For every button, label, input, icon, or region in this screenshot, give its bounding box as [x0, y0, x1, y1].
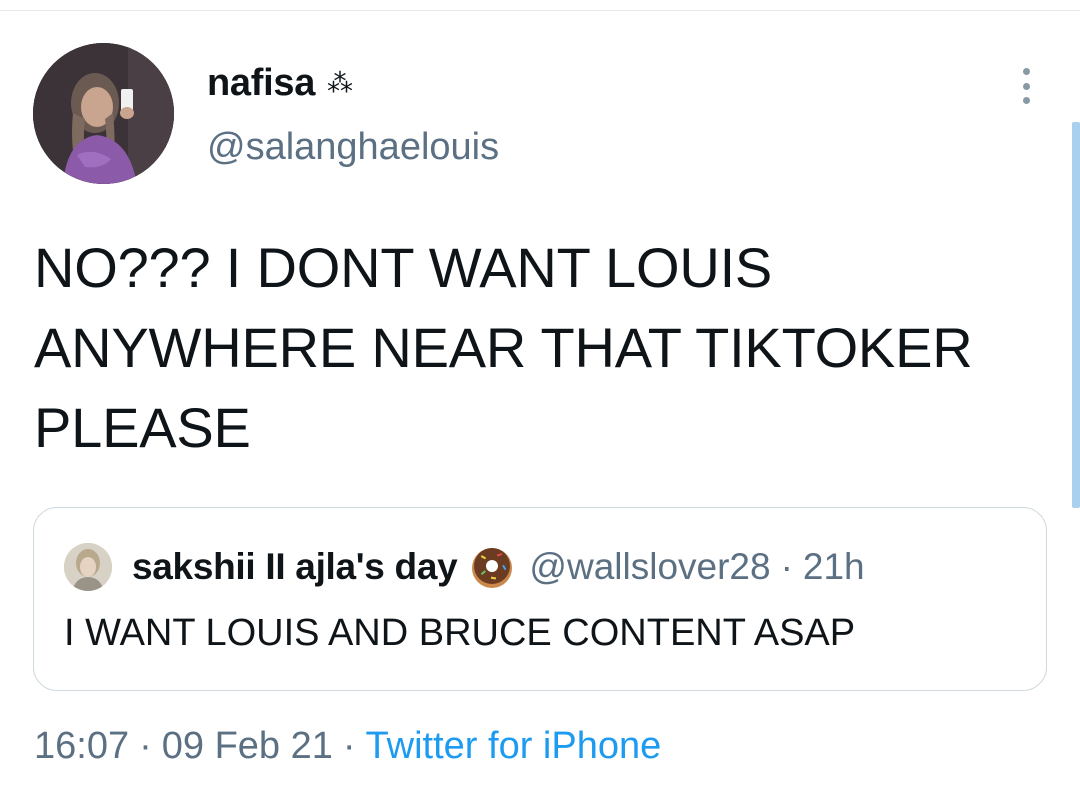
tweet-meta: 16:07 · 09 Feb 21 · Twitter for iPhone: [34, 725, 661, 768]
quoted-timestamp[interactable]: 21h: [803, 546, 865, 588]
author-avatar[interactable]: [33, 43, 174, 184]
name-emoji: ⁂: [327, 68, 354, 98]
donut-icon: [472, 548, 513, 588]
tweet-time[interactable]: 16:07: [34, 725, 129, 768]
tweet-detail-page: nafisa ⁂ @salanghaelouis NO??? I DONT WA…: [0, 0, 1080, 797]
quoted-tweet-card[interactable]: sakshii II ajla's day @wallslover28 · 21…: [33, 507, 1047, 691]
tweet-date[interactable]: 09 Feb 21: [162, 725, 333, 768]
author-name-row[interactable]: nafisa ⁂: [207, 58, 353, 108]
tweet-source-link[interactable]: Twitter for iPhone: [366, 725, 662, 768]
author-avatar-image: [33, 43, 174, 184]
quoted-author-handle[interactable]: @wallslover28: [529, 546, 770, 588]
meta-separator: ·: [139, 725, 152, 767]
quoted-avatar-image: [64, 543, 112, 591]
quoted-tweet-header: sakshii II ajla's day @wallslover28 · 21…: [64, 542, 865, 592]
quoted-separator: ·: [780, 546, 793, 587]
meta-separator: ·: [342, 725, 356, 767]
more-vertical-icon[interactable]: [1012, 66, 1040, 106]
more-dot: [1022, 82, 1030, 90]
quoted-author-avatar[interactable]: [64, 543, 112, 591]
quoted-author-name[interactable]: sakshii II ajla's day: [132, 546, 458, 588]
more-dot: [1022, 68, 1030, 75]
author-display-name[interactable]: nafisa: [207, 62, 315, 105]
scrollbar[interactable]: [1072, 122, 1080, 508]
author-handle[interactable]: @salanghaelouis: [207, 126, 499, 169]
quoted-tweet-text: I WANT LOUIS AND BRUCE CONTENT ASAP: [64, 612, 856, 654]
more-dot: [1022, 97, 1030, 104]
top-divider: [0, 10, 1080, 11]
tweet-text: NO??? I DONT WANT LOUIS ANYWHERE NEAR TH…: [34, 236, 973, 459]
